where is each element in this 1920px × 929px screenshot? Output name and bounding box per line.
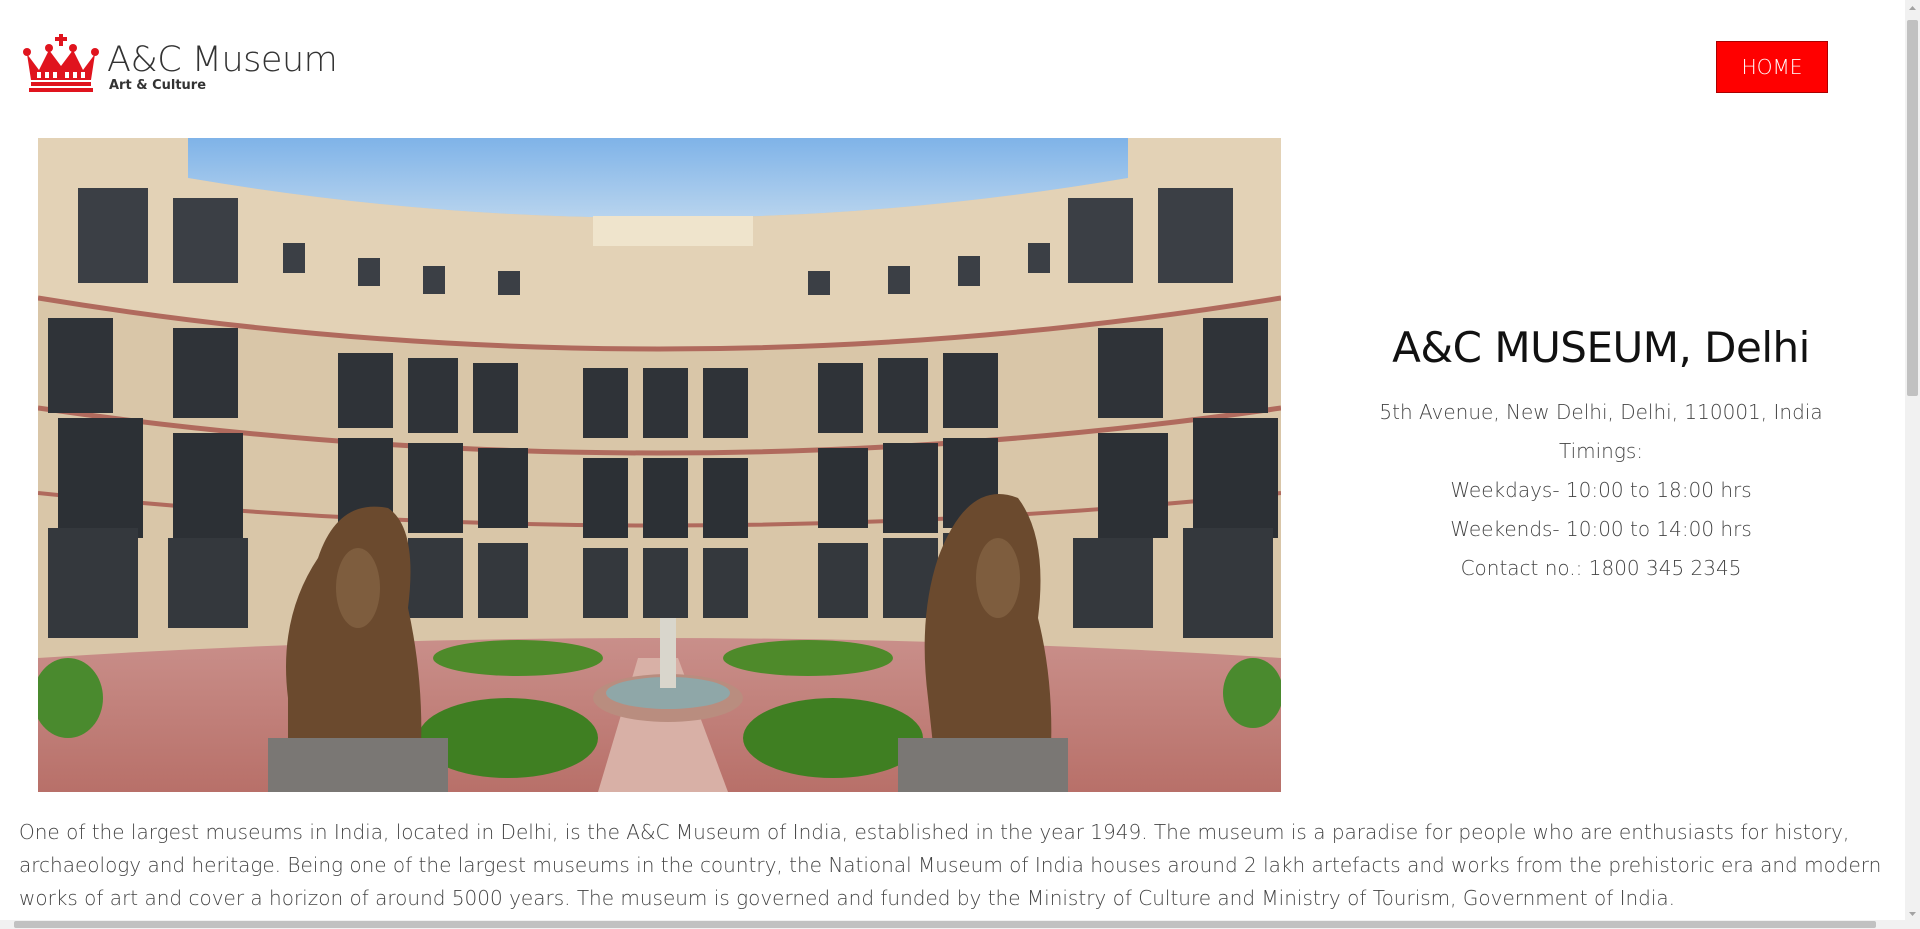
site-logo[interactable]: A&C Museum Art & Culture	[21, 32, 338, 98]
museum-info: A&C MUSEUM, Delhi 5th Avenue, New Delhi,…	[1325, 318, 1877, 588]
museum-description: One of the largest museums in India, loc…	[19, 820, 1882, 910]
scroll-down-arrow-icon[interactable]	[1905, 906, 1920, 922]
weekends-timing: Weekends- 10:00 to 14:00 hrs	[1450, 517, 1752, 541]
vertical-scrollbar[interactable]	[1905, 0, 1920, 929]
museum-title: A&C MUSEUM, Delhi	[1392, 323, 1810, 372]
contact-number: Contact no.: 1800 345 2345	[1460, 556, 1742, 580]
logo-title: A&C Museum	[107, 40, 338, 80]
museum-courtyard-image	[38, 138, 1281, 792]
horizontal-scroll-thumb[interactable]	[14, 921, 1876, 928]
logo-subtitle: Art & Culture	[109, 78, 207, 93]
museum-address: 5th Avenue, New Delhi, Delhi, 110001, In…	[1379, 400, 1823, 424]
scroll-up-arrow-icon[interactable]	[1905, 0, 1920, 16]
timings-label: Timings:	[1558, 439, 1644, 463]
vertical-scroll-thumb[interactable]	[1907, 20, 1918, 396]
horizontal-scrollbar[interactable]	[0, 920, 1905, 929]
site-header: A&C Museum Art & Culture HOME	[0, 0, 1905, 130]
crown-icon	[23, 34, 99, 92]
weekdays-timing: Weekdays- 10:00 to 18:00 hrs	[1450, 478, 1752, 502]
home-button[interactable]: HOME	[1716, 41, 1828, 93]
